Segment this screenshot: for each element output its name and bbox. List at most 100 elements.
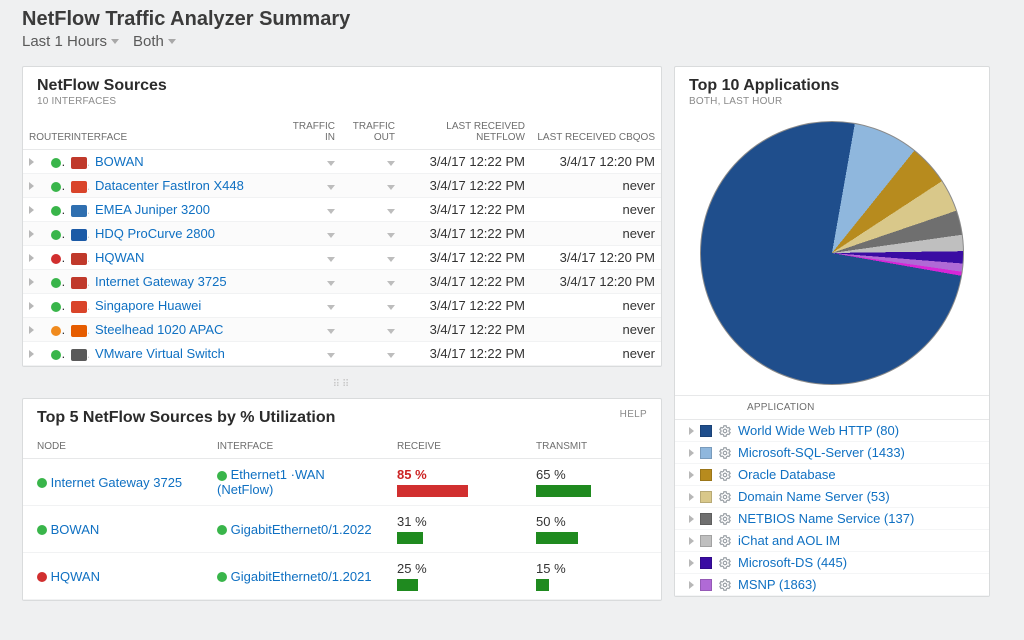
application-link[interactable]: Microsoft-SQL-Server (1433): [738, 445, 905, 460]
expand-icon[interactable]: [689, 427, 694, 435]
table-row[interactable]: BOWAN GigabitEthernet0/1.202231 %50 %: [23, 506, 661, 553]
drag-handle-icon[interactable]: ⠿⠿: [22, 375, 662, 390]
col-interface[interactable]: INTERFACE: [203, 433, 383, 459]
expand-icon[interactable]: [689, 449, 694, 457]
table-row[interactable]: HQWAN3/4/17 12:22 PM3/4/17 12:20 PM: [23, 246, 661, 270]
interface-link[interactable]: Internet Gateway 3725: [95, 274, 227, 289]
expand-icon[interactable]: [29, 326, 34, 334]
table-row[interactable]: VMware Virtual Switch3/4/17 12:22 PMneve…: [23, 342, 661, 366]
chevron-down-icon[interactable]: [387, 305, 395, 310]
expand-icon[interactable]: [689, 471, 694, 479]
list-item[interactable]: Oracle Database: [675, 464, 989, 486]
chevron-down-icon[interactable]: [387, 329, 395, 334]
apps-column-header: APPLICATION: [675, 395, 989, 420]
list-item[interactable]: Microsoft-DS (445): [675, 552, 989, 574]
interface-link[interactable]: Singapore Huawei: [95, 298, 201, 313]
table-row[interactable]: Internet Gateway 37253/4/17 12:22 PM3/4/…: [23, 270, 661, 294]
status-dot-icon: [51, 230, 61, 240]
list-item[interactable]: World Wide Web HTTP (80): [675, 420, 989, 442]
legend-swatch-icon: [700, 491, 712, 503]
list-item[interactable]: Domain Name Server (53): [675, 486, 989, 508]
interface-link[interactable]: Ethernet1 ·WAN (NetFlow): [217, 467, 325, 497]
interface-link[interactable]: EMEA Juniper 3200: [95, 202, 210, 217]
receive-bar: [397, 485, 481, 497]
col-receive[interactable]: RECEIVE: [383, 433, 522, 459]
col-traffic-out[interactable]: TRAFFIC OUT: [341, 113, 401, 150]
chevron-down-icon[interactable]: [327, 209, 335, 214]
interface-link[interactable]: VMware Virtual Switch: [95, 346, 225, 361]
table-row[interactable]: Singapore Huawei3/4/17 12:22 PMnever: [23, 294, 661, 318]
node-link[interactable]: HQWAN: [51, 569, 100, 584]
interface-link[interactable]: BOWAN: [95, 154, 144, 169]
expand-icon[interactable]: [29, 350, 34, 358]
interface-link[interactable]: HQWAN: [95, 250, 144, 265]
table-row[interactable]: Steelhead 1020 APAC3/4/17 12:22 PMnever: [23, 318, 661, 342]
last-netflow-value: 3/4/17 12:22 PM: [401, 294, 531, 318]
node-link[interactable]: BOWAN: [51, 522, 100, 537]
list-item[interactable]: MSNP (1863): [675, 574, 989, 596]
help-link[interactable]: HELP: [620, 409, 647, 420]
interface-link[interactable]: HDQ ProCurve 2800: [95, 226, 215, 241]
time-range-filter[interactable]: Last 1 Hours: [22, 33, 119, 50]
application-link[interactable]: iChat and AOL IM: [738, 533, 840, 548]
application-link[interactable]: World Wide Web HTTP (80): [738, 423, 899, 438]
expand-icon[interactable]: [689, 493, 694, 501]
chevron-down-icon[interactable]: [327, 257, 335, 262]
chevron-down-icon[interactable]: [327, 281, 335, 286]
application-link[interactable]: NETBIOS Name Service (137): [738, 511, 914, 526]
chevron-down-icon[interactable]: [327, 185, 335, 190]
chevron-down-icon[interactable]: [327, 305, 335, 310]
col-last-netflow[interactable]: LAST RECEIVED NETFLOW: [401, 113, 531, 150]
col-last-cbqos[interactable]: LAST RECEIVED CBQOS: [531, 113, 661, 150]
expand-icon[interactable]: [29, 278, 34, 286]
application-link[interactable]: MSNP (1863): [738, 577, 817, 592]
applications-pie-chart[interactable]: [700, 121, 964, 385]
application-link[interactable]: Domain Name Server (53): [738, 489, 890, 504]
application-link[interactable]: Microsoft-DS (445): [738, 555, 847, 570]
chevron-down-icon[interactable]: [327, 329, 335, 334]
expand-icon[interactable]: [29, 182, 34, 190]
col-traffic-in[interactable]: TRAFFIC IN: [281, 113, 341, 150]
expand-icon[interactable]: [29, 206, 34, 214]
chevron-down-icon[interactable]: [387, 233, 395, 238]
expand-icon[interactable]: [689, 537, 694, 545]
last-netflow-value: 3/4/17 12:22 PM: [401, 318, 531, 342]
table-row[interactable]: EMEA Juniper 32003/4/17 12:22 PMnever: [23, 198, 661, 222]
chevron-down-icon[interactable]: [387, 281, 395, 286]
col-transmit[interactable]: TRANSMIT: [522, 433, 661, 459]
expand-icon[interactable]: [29, 302, 34, 310]
table-row[interactable]: Internet Gateway 3725 Ethernet1 ·WAN (Ne…: [23, 459, 661, 506]
expand-icon[interactable]: [29, 230, 34, 238]
chevron-down-icon[interactable]: [327, 161, 335, 166]
interface-link[interactable]: Steelhead 1020 APAC: [95, 322, 223, 337]
table-row[interactable]: BOWAN3/4/17 12:22 PM3/4/17 12:20 PM: [23, 150, 661, 174]
chevron-down-icon[interactable]: [387, 353, 395, 358]
expand-icon[interactable]: [689, 559, 694, 567]
chevron-down-icon[interactable]: [387, 185, 395, 190]
interface-link[interactable]: Datacenter FastIron X448: [95, 178, 244, 193]
table-row[interactable]: HQWAN GigabitEthernet0/1.202125 %15 %: [23, 553, 661, 600]
vendor-icon: [71, 205, 87, 217]
list-item[interactable]: Microsoft-SQL-Server (1433): [675, 442, 989, 464]
chevron-down-icon[interactable]: [387, 257, 395, 262]
interface-link[interactable]: GigabitEthernet0/1.2021: [231, 569, 372, 584]
chevron-down-icon[interactable]: [327, 233, 335, 238]
expand-icon[interactable]: [29, 158, 34, 166]
col-router[interactable]: ROUTER: [23, 113, 65, 150]
expand-icon[interactable]: [689, 581, 694, 589]
col-node[interactable]: NODE: [23, 433, 203, 459]
node-link[interactable]: Internet Gateway 3725: [51, 475, 183, 490]
interface-link[interactable]: GigabitEthernet0/1.2022: [231, 522, 372, 537]
direction-filter[interactable]: Both: [133, 33, 176, 50]
list-item[interactable]: NETBIOS Name Service (137): [675, 508, 989, 530]
list-item[interactable]: iChat and AOL IM: [675, 530, 989, 552]
expand-icon[interactable]: [29, 254, 34, 262]
chevron-down-icon[interactable]: [387, 209, 395, 214]
table-row[interactable]: Datacenter FastIron X4483/4/17 12:22 PMn…: [23, 174, 661, 198]
application-link[interactable]: Oracle Database: [738, 467, 836, 482]
chevron-down-icon[interactable]: [327, 353, 335, 358]
chevron-down-icon[interactable]: [387, 161, 395, 166]
table-row[interactable]: HDQ ProCurve 28003/4/17 12:22 PMnever: [23, 222, 661, 246]
col-interface[interactable]: INTERFACE: [65, 113, 281, 150]
expand-icon[interactable]: [689, 515, 694, 523]
